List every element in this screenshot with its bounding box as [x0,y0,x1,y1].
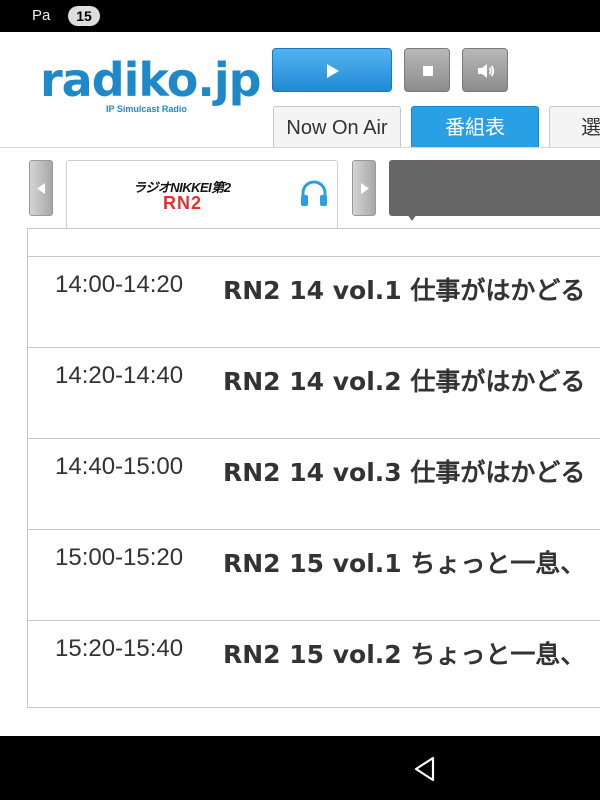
play-icon [327,64,339,78]
program-list: 14:00-14:20 RN2 14 vol.1 仕事がはかどる 14:20-1… [27,228,600,708]
station-logo: RN2 [163,193,203,213]
headphones-icon[interactable] [299,179,329,207]
program-row[interactable]: 14:00-14:20 RN2 14 vol.1 仕事がはかどる [28,257,600,348]
program-title: RN2 15 vol.2 ちょっと一息、 [223,640,586,669]
play-button[interactable] [272,48,392,92]
program-title: RN2 15 vol.1 ちょっと一息、 [223,549,586,578]
info-bubble-pointer [407,214,417,221]
program-time: 15:00-15:20 [55,544,184,571]
program-row[interactable]: 15:20-15:40 RN2 15 vol.2 ちょっと一息、 [28,621,600,707]
radiko-logo[interactable]: radiko.jp IP Simulcast Radio [40,53,262,122]
program-time: 14:40-15:00 [55,453,184,480]
status-app-label: Pa [32,7,51,24]
tab-select[interactable]: 選 [549,106,600,147]
program-time: 15:20-15:40 [55,635,184,662]
program-title: RN2 14 vol.2 仕事がはかどる [223,367,586,396]
program-title: RN2 14 vol.1 仕事がはかどる [223,276,586,305]
program-row[interactable]: 15:00-15:20 RN2 15 vol.1 ちょっと一息、 [28,530,600,621]
app-header: radiko.jp IP Simulcast Radio Now On Air … [0,32,600,148]
station-card[interactable]: ラジオNIKKEI第2 RN2 [66,160,338,228]
program-row[interactable]: 14:40-15:00 RN2 14 vol.3 仕事がはかどる [28,439,600,530]
next-station-button[interactable] [352,160,376,216]
tab-now-on-air[interactable]: Now On Air [273,106,401,147]
back-icon[interactable] [413,756,437,782]
program-time: 14:00-14:20 [55,271,184,298]
tab-program-guide[interactable]: 番組表 [411,106,539,147]
volume-button[interactable] [462,48,508,92]
system-nav-bar [0,736,600,800]
program-info-bubble [389,160,600,216]
notification-count-badge: 15 [68,6,100,26]
arrow-right-icon [361,183,369,194]
logo-subtitle: IP Simulcast Radio [106,104,187,114]
volume-icon [478,64,495,78]
program-title: RN2 14 vol.3 仕事がはかどる [223,458,586,487]
program-row[interactable]: 14:20-14:40 RN2 14 vol.2 仕事がはかどる [28,348,600,439]
list-header-spacer [28,229,600,257]
stop-button[interactable] [404,48,450,92]
stop-icon [423,66,433,76]
logo-text: radiko.jp [40,53,262,107]
arrow-left-icon [37,183,45,194]
program-time: 14:20-14:40 [55,362,184,389]
prev-station-button[interactable] [29,160,53,216]
status-bar: Pa 15 [0,0,600,32]
